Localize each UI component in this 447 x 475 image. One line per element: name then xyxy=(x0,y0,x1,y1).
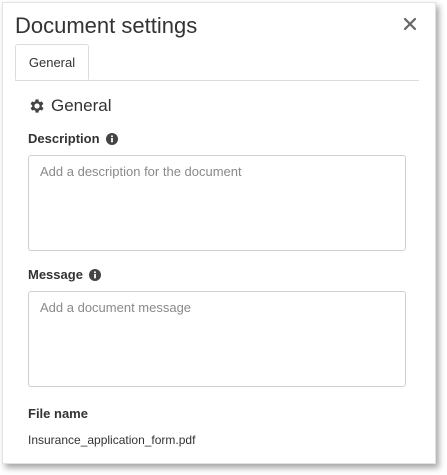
tab-general[interactable]: General xyxy=(15,44,89,80)
description-label-text: Description xyxy=(28,131,100,146)
document-settings-dialog: Document settings General General Descri… xyxy=(2,2,436,464)
message-label-text: Message xyxy=(28,267,83,282)
section-heading-general: General xyxy=(28,95,111,117)
info-icon[interactable] xyxy=(88,268,101,281)
description-textarea[interactable] xyxy=(28,155,406,251)
close-icon[interactable] xyxy=(403,17,417,31)
message-label: Message xyxy=(28,267,101,282)
file-name-value: Insurance_application_form.pdf xyxy=(28,433,196,447)
dialog-title: Document settings xyxy=(15,13,198,38)
info-icon[interactable] xyxy=(105,132,118,145)
description-label: Description xyxy=(28,131,118,146)
section-heading-label: General xyxy=(51,96,112,115)
gear-icon xyxy=(30,99,44,113)
tab-bar: General xyxy=(15,44,419,81)
message-textarea[interactable] xyxy=(28,291,406,387)
file-name-label: File name xyxy=(28,406,88,421)
